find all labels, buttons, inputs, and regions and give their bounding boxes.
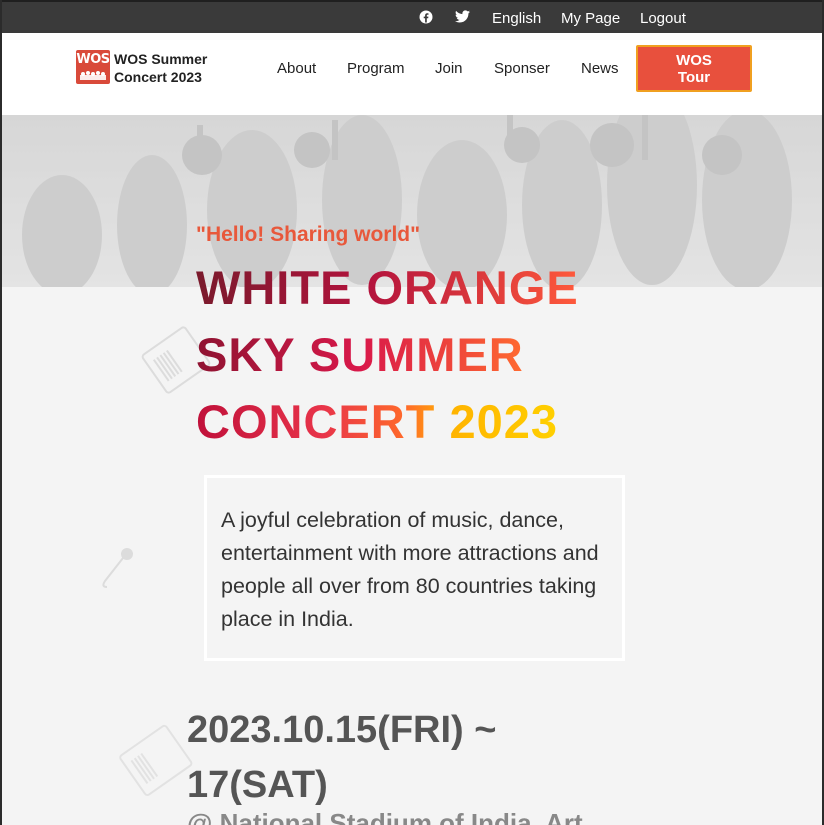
facebook-icon[interactable] bbox=[419, 10, 433, 24]
logout-link[interactable]: Logout bbox=[640, 10, 686, 27]
wos-tour-button[interactable]: WOS Tour bbox=[636, 45, 752, 92]
event-description: A joyful celebration of music, dance, en… bbox=[221, 508, 599, 631]
event-venue: @ National Stadium of India, Art bbox=[187, 808, 583, 825]
site-logo[interactable]: WOS bbox=[76, 50, 110, 84]
brand-name[interactable]: WOS Summer Concert 2023 bbox=[114, 50, 207, 86]
brand-name-line1: WOS Summer bbox=[114, 51, 208, 67]
cta-line1: WOS bbox=[676, 52, 712, 69]
hero-title-line2: SKY SUMMER bbox=[196, 328, 524, 381]
hero-tagline: "Hello! Sharing world" bbox=[196, 223, 421, 246]
event-date: 2023.10.15(FRI) ~ 17(SAT) bbox=[187, 709, 497, 806]
main-navbar: WOS WOS Summer Concert 2023 About Progra… bbox=[2, 33, 822, 115]
hero-section: "Hello! Sharing world" WHITE ORANGE SKY … bbox=[2, 115, 822, 825]
nav-about[interactable]: About bbox=[277, 60, 316, 77]
hero-title-line3: CONCERT 2023 bbox=[196, 395, 558, 448]
cta-line2: Tour bbox=[677, 69, 711, 86]
nav-join[interactable]: Join bbox=[435, 60, 463, 77]
description-box: A joyful celebration of music, dance, en… bbox=[204, 475, 625, 661]
my-page-link[interactable]: My Page bbox=[561, 10, 620, 27]
logo-crowd-graphic bbox=[80, 71, 106, 80]
hero-title-line1: WHITE ORANGE bbox=[196, 261, 579, 314]
logo-text: WOS bbox=[76, 52, 110, 67]
language-selector[interactable]: English bbox=[492, 10, 541, 27]
nav-program[interactable]: Program bbox=[347, 60, 405, 77]
utility-bar: English My Page Logout bbox=[2, 0, 822, 33]
microphone-icon bbox=[102, 548, 133, 588]
nav-sponser[interactable]: Sponser bbox=[494, 60, 550, 77]
brand-name-line2: Concert 2023 bbox=[114, 69, 202, 85]
twitter-icon[interactable] bbox=[455, 10, 471, 24]
nav-news[interactable]: News bbox=[581, 60, 619, 77]
page-frame: English My Page Logout WOS WOS Summer Co… bbox=[0, 0, 824, 825]
